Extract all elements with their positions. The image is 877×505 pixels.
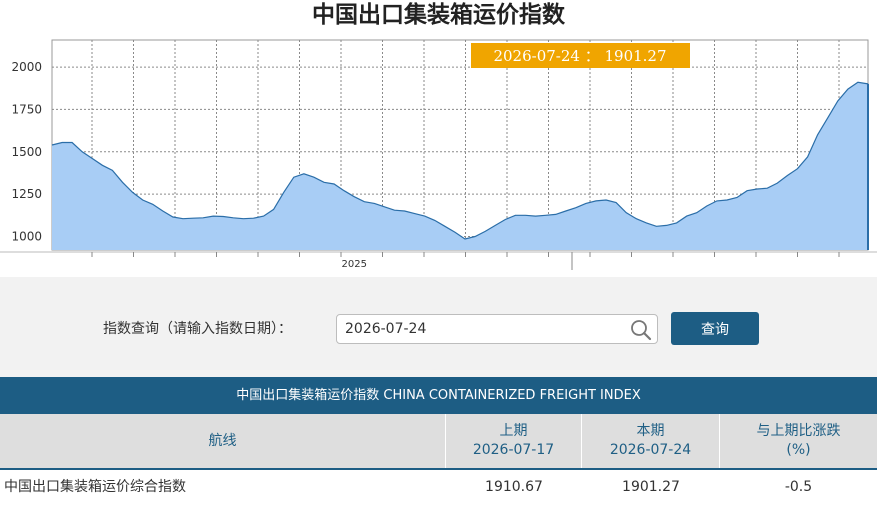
freight-index-chart[interactable]: 10001250150017502000202520262026-07-24 ：…	[0, 32, 877, 272]
row-change-value: -0.5	[720, 470, 877, 505]
previous-header-label: 上期	[499, 423, 528, 439]
search-icon[interactable]	[629, 318, 653, 342]
y-tick-label: 1750	[11, 102, 42, 116]
route-header-label: 航线	[208, 432, 237, 449]
row-previous-value: 1910.67	[446, 470, 582, 505]
change-header-unit: (%)	[786, 442, 811, 458]
change-header-label: 与上期比涨跌	[756, 423, 841, 439]
x-tick-label: 2025	[341, 259, 366, 270]
y-tick-label: 1250	[11, 187, 42, 201]
table-caption: 中国出口集装箱运价指数 CHINA CONTAINERIZED FREIGHT …	[0, 377, 877, 414]
search-label: 指数查询（请输入指数日期）：	[103, 321, 292, 337]
y-tick-label: 1500	[11, 145, 42, 159]
previous-header-date: 2026-07-17	[472, 442, 555, 458]
y-tick-label: 2000	[11, 60, 42, 74]
date-search-box[interactable]	[336, 314, 658, 344]
column-header-previous: 上期 2026-07-17	[446, 414, 582, 468]
search-section: 指数查询（请输入指数日期）： 查询	[0, 277, 877, 377]
tooltip-text: 2026-07-24 ： 1901.27	[493, 47, 666, 65]
current-header-label: 本期	[636, 423, 665, 439]
query-button[interactable]: 查询	[671, 312, 759, 345]
column-header-route: 航线	[0, 414, 446, 468]
row-route: 中国出口集装箱运价综合指数	[4, 470, 444, 505]
y-tick-label: 1000	[11, 229, 42, 243]
column-header-change: 与上期比涨跌 (%)	[720, 414, 877, 468]
date-input[interactable]	[345, 319, 625, 339]
chart-title: 中国出口集装箱运价指数	[312, 1, 565, 28]
column-header-current: 本期 2026-07-24	[582, 414, 720, 468]
row-current-value: 1901.27	[582, 470, 720, 505]
current-header-date: 2026-07-24	[609, 442, 692, 458]
